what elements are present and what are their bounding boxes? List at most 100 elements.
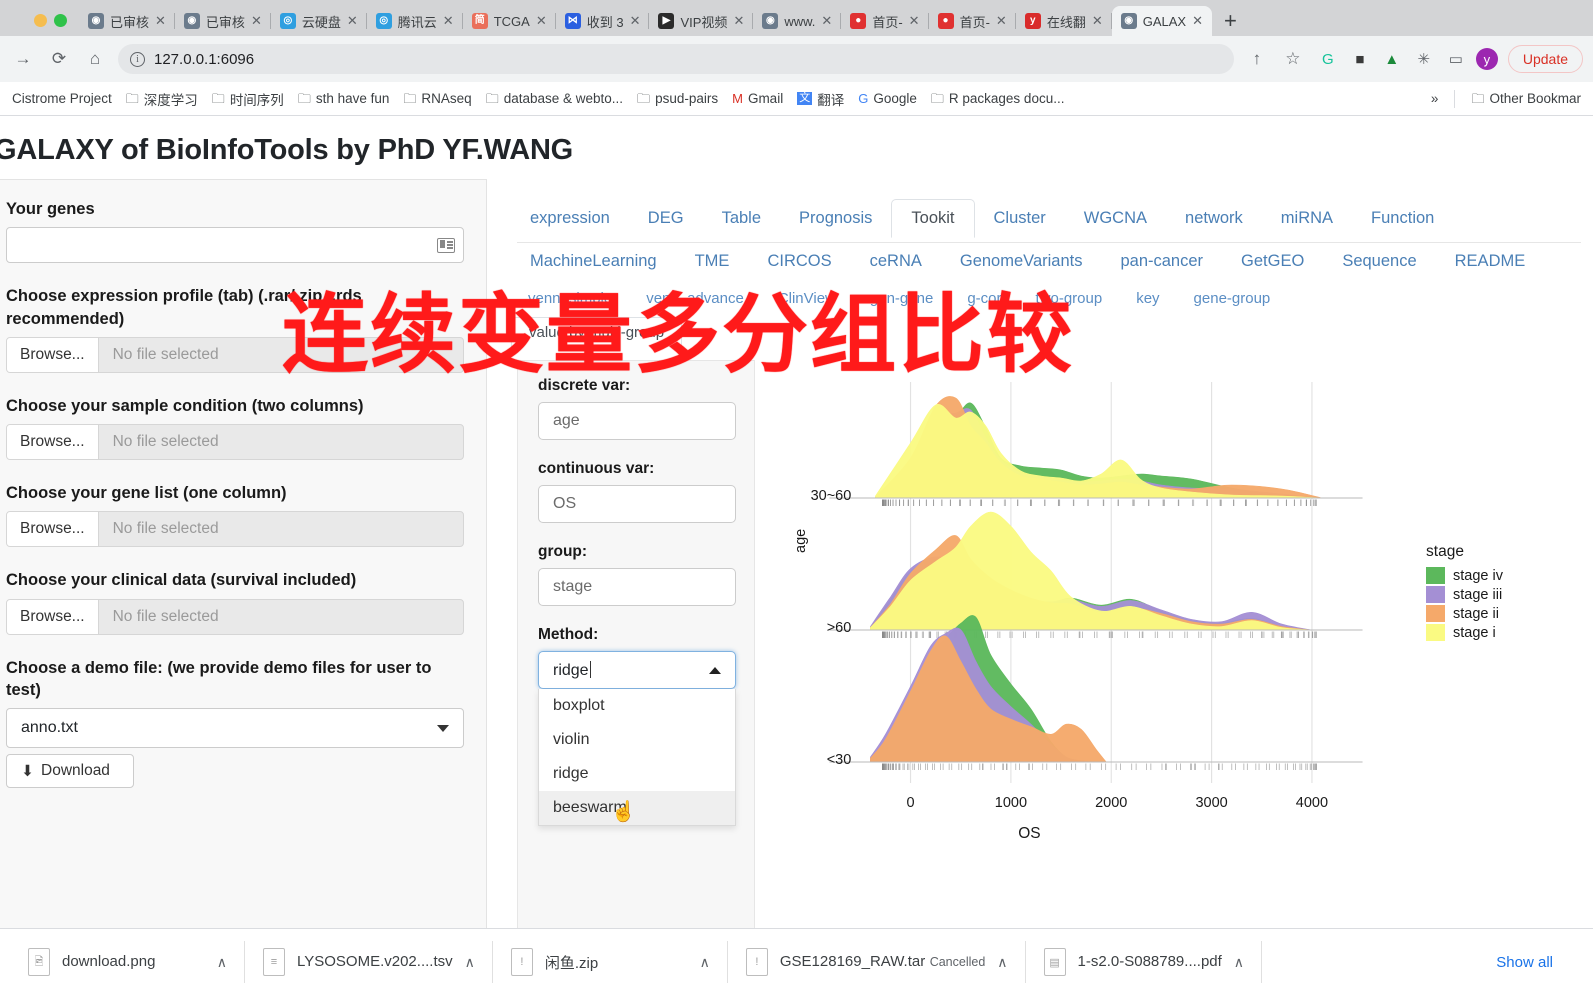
notes-extension-icon[interactable]: ■ <box>1348 47 1372 71</box>
show-all-downloads-button[interactable]: Show all <box>1482 947 1567 978</box>
tab-wgcna[interactable]: WGCNA <box>1065 200 1166 237</box>
bookmark-star-icon[interactable]: ☆ <box>1280 46 1306 72</box>
grammarly-extension-icon[interactable]: G <box>1316 47 1340 71</box>
download-button[interactable]: ⬇ Download <box>6 754 134 789</box>
tab-gene-group[interactable]: gene-group <box>1177 284 1288 313</box>
tab-deg[interactable]: DEG <box>629 200 703 237</box>
bookmark-item[interactable]: 🗀 R packages docu... <box>925 88 1071 109</box>
bookmark-item[interactable]: 🗀 psud-pairs <box>631 88 724 109</box>
browser-tab[interactable]: y 在线翻 ✕ <box>1016 6 1112 36</box>
download-item[interactable]: ▤ 1-s2.0-S088789....pdf ∧ <box>1026 929 1263 995</box>
tab-sequence[interactable]: Sequence <box>1323 243 1435 280</box>
puzzle-extensions-icon[interactable]: ✳ <box>1412 47 1436 71</box>
home-icon[interactable]: ⌂ <box>82 46 108 72</box>
profile-avatar-icon[interactable]: y <box>1475 48 1498 70</box>
new-tab-button[interactable]: + <box>1212 10 1249 36</box>
tab-pan-cancer[interactable]: pan-cancer <box>1101 243 1222 280</box>
browser-tab[interactable]: ● 首页- ✕ <box>841 6 929 36</box>
browse-button[interactable]: Browse... <box>7 337 99 372</box>
close-icon[interactable]: ✕ <box>251 13 262 29</box>
tab-mirna[interactable]: miRNA <box>1262 200 1352 237</box>
sidepanel-icon[interactable]: ▭ <box>1444 47 1468 71</box>
close-icon[interactable]: ✕ <box>536 13 547 29</box>
close-icon[interactable]: ✕ <box>155 13 166 29</box>
download-item[interactable]: 🖻 download.png ∧ <box>10 929 245 995</box>
sample-condition-file-input[interactable]: Browse... No file selected <box>6 424 464 461</box>
download-item[interactable]: ! 闲鱼.zip ∧ <box>493 929 728 995</box>
other-bookmarks-folder[interactable]: 🗀 Other Bookmar <box>1465 88 1587 109</box>
genes-input[interactable] <box>6 227 464 264</box>
tab-cerna[interactable]: ceRNA <box>851 243 941 280</box>
browse-button[interactable]: Browse... <box>7 512 99 547</box>
method-option-beeswarm[interactable]: beeswarm ☝ <box>539 791 735 825</box>
close-icon[interactable]: ✕ <box>1092 13 1103 29</box>
clinical-data-file-input[interactable]: Browse... No file selected <box>6 598 464 635</box>
method-combobox[interactable]: ridge <box>538 651 736 689</box>
chevron-up-icon[interactable]: ∧ <box>465 954 475 971</box>
method-option-violin[interactable]: violin <box>539 723 735 757</box>
group-input[interactable]: stage <box>538 568 736 606</box>
browser-tab[interactable]: ● 首页- ✕ <box>929 6 1017 36</box>
tab-getgeo[interactable]: GetGEO <box>1222 243 1323 280</box>
close-icon[interactable]: ✕ <box>821 13 832 29</box>
bookmark-item[interactable]: 🗀 深度学习 <box>120 86 204 112</box>
tab-genomevariants[interactable]: GenomeVariants <box>941 243 1102 280</box>
browser-tab[interactable]: ⋈ 收到 3 ✕ <box>556 6 650 36</box>
reload-icon[interactable]: ⟳ <box>46 46 72 72</box>
method-dropdown-list[interactable]: boxplot violin ridge beeswarm ☝ <box>538 689 736 826</box>
forward-icon[interactable]: → <box>10 46 36 72</box>
bookmark-item[interactable]: M Gmail <box>726 88 789 109</box>
browser-tab[interactable]: ◉ 已审核 ✕ <box>175 6 271 36</box>
window-close-button[interactable] <box>14 14 27 27</box>
close-icon[interactable]: ✕ <box>347 13 358 29</box>
bookmark-item[interactable]: 🗀 sth have fun <box>292 88 396 109</box>
tab-function[interactable]: Function <box>1352 200 1453 237</box>
method-option-ridge[interactable]: ridge <box>539 757 735 791</box>
close-icon[interactable]: ✕ <box>1192 13 1203 29</box>
bookmark-item[interactable]: 文翻译 <box>791 86 850 112</box>
browser-tab[interactable]: ◎ 腾讯云 ✕ <box>367 6 463 36</box>
close-icon[interactable]: ✕ <box>443 13 454 29</box>
tab-tme[interactable]: TME <box>676 243 749 280</box>
browse-button[interactable]: Browse... <box>7 599 99 634</box>
discrete-var-input[interactable]: age <box>538 402 736 440</box>
close-icon[interactable]: ✕ <box>733 13 744 29</box>
update-button[interactable]: Update <box>1507 45 1583 73</box>
tab-prognosis[interactable]: Prognosis <box>780 200 891 237</box>
close-icon[interactable]: ✕ <box>996 13 1007 29</box>
browser-tab[interactable]: ◉ GALAX ✕ <box>1111 6 1212 36</box>
address-bar[interactable]: i 127.0.0.1:6096 <box>118 44 1234 74</box>
method-option-boxplot[interactable]: boxplot <box>539 689 735 723</box>
browser-tab[interactable]: ▶ VIP视频 ✕ <box>649 6 754 36</box>
tab-network[interactable]: network <box>1166 200 1262 237</box>
list-view-icon[interactable] <box>437 237 455 253</box>
bookmark-item[interactable]: Cistrome Project <box>6 88 118 109</box>
chevron-up-icon[interactable]: ∧ <box>997 954 1007 971</box>
window-maximize-button[interactable] <box>54 14 67 27</box>
bookmark-item[interactable]: 🗀 RNAseq <box>397 88 477 109</box>
download-item[interactable]: ≡ LYSOSOME.v202....tsv ∧ <box>245 929 493 995</box>
download-item[interactable]: ! GSE128169_RAW.tar Cancelled ∧ <box>728 929 1026 995</box>
browser-tab[interactable]: 简 TCGA ✕ <box>463 6 556 36</box>
tab-readme[interactable]: README <box>1436 243 1545 280</box>
tab-key[interactable]: key <box>1119 284 1176 313</box>
tab-machinelearning[interactable]: MachineLearning <box>511 243 676 280</box>
chevron-up-icon[interactable]: ∧ <box>217 954 227 971</box>
tab-table[interactable]: Table <box>703 200 780 237</box>
beta-extension-icon[interactable]: ▲ <box>1380 47 1404 71</box>
share-icon[interactable]: ↑ <box>1244 46 1270 72</box>
close-icon[interactable]: ✕ <box>909 13 920 29</box>
close-icon[interactable]: ✕ <box>630 13 641 29</box>
chevron-up-icon[interactable]: ∧ <box>700 954 710 971</box>
bookmarks-overflow-button[interactable]: » <box>1425 88 1445 109</box>
window-minimize-button[interactable] <box>34 14 47 27</box>
chevron-up-icon[interactable]: ∧ <box>1234 954 1244 971</box>
gene-list-file-input[interactable]: Browse... No file selected <box>6 511 464 548</box>
browser-tab[interactable]: ◉ 已审核 ✕ <box>79 6 175 36</box>
browser-tab[interactable]: ◎ 云硬盘 ✕ <box>271 6 367 36</box>
site-info-icon[interactable]: i <box>130 51 145 67</box>
bookmark-item[interactable]: G Google <box>852 88 923 109</box>
browse-button[interactable]: Browse... <box>7 425 99 460</box>
tab-cluster[interactable]: Cluster <box>975 200 1065 237</box>
window-controls[interactable] <box>8 14 79 36</box>
